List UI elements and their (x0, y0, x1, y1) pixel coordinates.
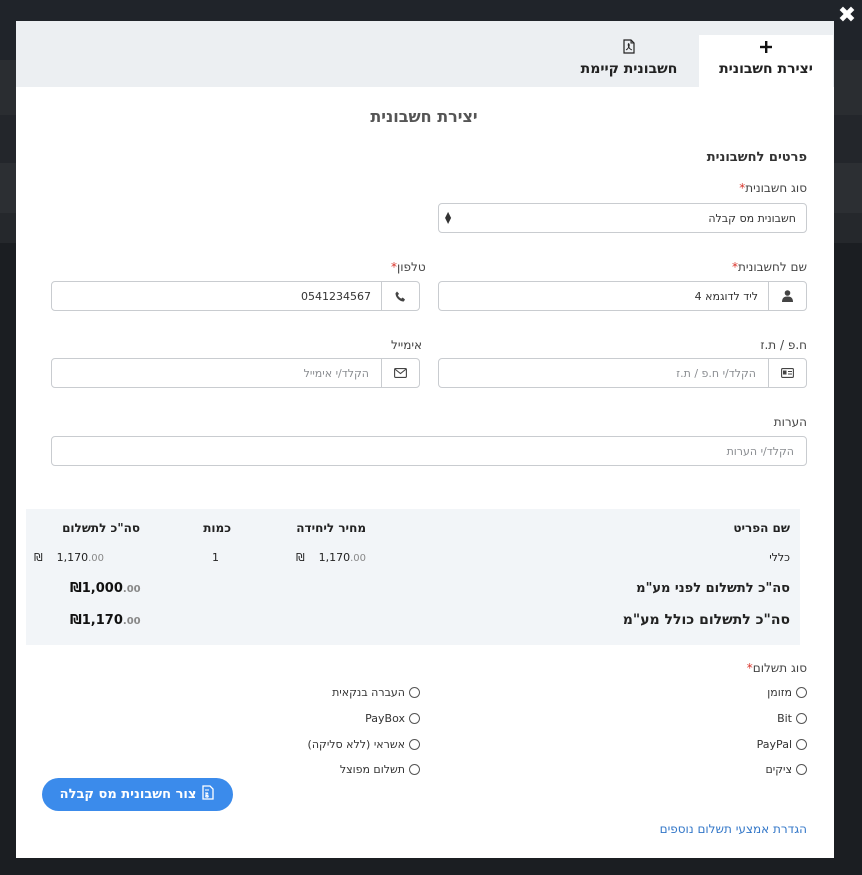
subtotal-label: סה"כ לתשלום לפני מע"מ (636, 581, 790, 596)
radio-button[interactable] (409, 713, 420, 724)
tab-existing-invoice[interactable]: חשבונית קיימת (564, 35, 694, 87)
sort-arrows-icon: ▲ ▼ (445, 210, 452, 225)
invoice-name-value: ליד לדוגמא 4 (694, 289, 758, 303)
total-label: סה"כ לתשלום כולל מע"מ (622, 612, 790, 628)
tax-id-field[interactable]: הקלד/י ח.פ / ת.ז (438, 358, 807, 388)
payment-option-checks[interactable]: ציקים (765, 763, 807, 776)
invoice-type-label: סוג חשבונית* (739, 181, 807, 195)
envelope-icon (381, 359, 419, 387)
radio-button[interactable] (409, 687, 420, 698)
payment-option-bit[interactable]: Bit (777, 712, 807, 725)
id-card-icon (768, 359, 806, 387)
pdf-file-icon (564, 39, 694, 59)
item-name: כללי (769, 551, 790, 564)
total-value: ₪1,170.00 (70, 613, 141, 628)
create-invoice-button[interactable]: $ צור חשבונית מס קבלה (42, 778, 233, 811)
col-header-unit-price: מחיר ליחידה (296, 521, 366, 535)
subtotal-value: ₪1,000.00 (70, 581, 141, 596)
tax-id-placeholder: הקלד/י ח.פ / ת.ז (676, 366, 756, 380)
tax-id-label: ח.פ / ת.ז (760, 338, 807, 352)
invoice-dollar-icon: $ (202, 785, 215, 804)
invoice-name-label: שם לחשבונית* (731, 260, 807, 274)
phone-label: טלפון* (391, 260, 426, 274)
tab-label: יצירת חשבונית (719, 61, 813, 77)
invoice-modal: יצירת חשבונית חשבונית קיימת יצירת חשבוני… (16, 21, 834, 858)
payment-option-credit[interactable]: אשראי (ללא סליקה) (308, 738, 420, 751)
phone-value: 0541234567 (301, 289, 371, 303)
plus-icon (699, 39, 833, 59)
item-total: ₪ 1,170.00 (33, 551, 104, 564)
items-summary: שם הפריט מחיר ליחידה כמות סה"כ לתשלום כל… (26, 509, 800, 645)
invoice-name-field[interactable]: ליד לדוגמא 4 (438, 281, 807, 311)
payment-option-paypal[interactable]: PayPal (757, 738, 807, 751)
notes-placeholder: הקלד/י הערות (726, 444, 794, 458)
user-icon (768, 282, 806, 310)
close-icon[interactable]: ✖ (837, 5, 857, 27)
radio-button[interactable] (796, 687, 807, 698)
email-field[interactable]: הקלד/י אימייל (51, 358, 420, 388)
notes-label: הערות (773, 415, 807, 429)
radio-button[interactable] (796, 739, 807, 750)
form-title: יצירת חשבונית (370, 107, 478, 126)
col-header-total: סה"כ לתשלום (62, 521, 140, 535)
payment-type-label: סוג תשלום* (746, 661, 807, 675)
svg-text:$: $ (205, 793, 209, 800)
invoice-form: יצירת חשבונית פרטים לחשבונית סוג חשבונית… (25, 87, 823, 858)
invoice-type-value: חשבונית מס קבלה (708, 211, 796, 225)
invoice-type-select[interactable]: חשבונית מס קבלה ▲ ▼ (438, 203, 807, 233)
tab-label: חשבונית קיימת (580, 61, 678, 77)
col-header-quantity: כמות (203, 521, 231, 535)
section-title: פרטים לחשבונית (706, 150, 807, 165)
email-label: אימייל (391, 338, 423, 352)
radio-button[interactable] (796, 764, 807, 775)
radio-button[interactable] (409, 764, 420, 775)
phone-icon (381, 282, 419, 310)
notes-field[interactable]: הקלד/י הערות (51, 436, 807, 466)
create-invoice-label: צור חשבונית מס קבלה (59, 787, 197, 802)
radio-button[interactable] (409, 739, 420, 750)
modal-tabbar: יצירת חשבונית חשבונית קיימת (16, 21, 834, 87)
payment-option-paybox[interactable]: PayBox (365, 712, 420, 725)
payment-option-split[interactable]: תשלום מפוצל (340, 763, 420, 776)
payment-option-bank-transfer[interactable]: העברה בנקאית (332, 686, 420, 699)
col-header-item-name: שם הפריט (733, 521, 790, 535)
tab-create-invoice[interactable]: יצירת חשבונית (699, 35, 833, 87)
item-quantity: 1 (212, 551, 219, 564)
radio-button[interactable] (796, 713, 807, 724)
email-placeholder: הקלד/י אימייל (303, 366, 369, 380)
payment-option-cash[interactable]: מזומן (767, 686, 807, 699)
item-unit-price: ₪ 1,170.00 (295, 551, 366, 564)
phone-field[interactable]: 0541234567 (51, 281, 420, 311)
more-payment-methods-link[interactable]: הגדרת אמצעי תשלום נוספים (660, 822, 807, 836)
